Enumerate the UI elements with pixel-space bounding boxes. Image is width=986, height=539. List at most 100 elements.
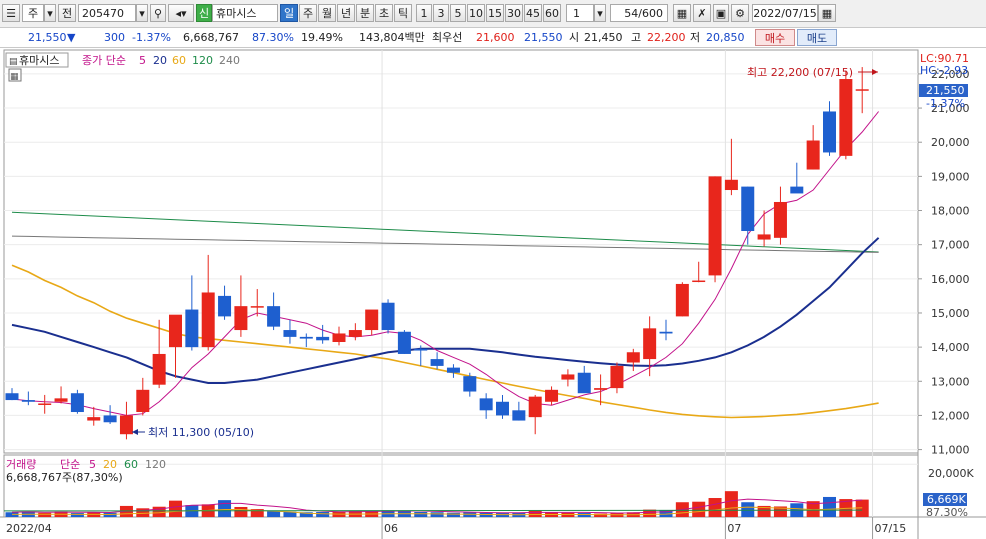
volume-bar	[692, 501, 706, 517]
candle-body	[201, 292, 215, 348]
legend-menu-icon[interactable]: ▤	[9, 57, 18, 67]
legend-stock-name: 휴마시스	[19, 54, 59, 67]
candle-body	[446, 367, 460, 373]
volume-bar	[218, 500, 232, 517]
candle-body	[103, 415, 117, 423]
candle-body	[479, 398, 493, 411]
candle-body	[430, 359, 444, 366]
price-tick-label: 19,000	[931, 170, 970, 183]
candle-body	[234, 306, 248, 331]
candle-body	[365, 309, 379, 331]
candle-body	[708, 176, 722, 276]
legend-ma60: 60	[172, 54, 186, 67]
volume-bar	[414, 511, 428, 517]
price-tick-label: 16,000	[931, 273, 970, 286]
price-tick-label: 17,000	[931, 239, 970, 252]
candle-body	[283, 330, 297, 337]
hc-label: HC:-2.93	[920, 64, 968, 77]
candle-body	[38, 403, 52, 405]
volume-bar	[430, 512, 444, 517]
volume-tick-label: 20,000K	[928, 467, 974, 480]
candle-body	[512, 410, 526, 421]
legend-ma5: 5	[139, 54, 146, 67]
legend-ma-label: 종가 단순	[82, 54, 126, 67]
candle-body	[54, 398, 68, 402]
candle-body	[773, 201, 787, 238]
price-tick-label: 13,000	[931, 375, 970, 388]
candle-body	[643, 328, 657, 360]
candle-body	[806, 140, 820, 170]
candle-body	[610, 365, 624, 389]
price-tick-label: 14,000	[931, 341, 970, 354]
volume-pct-tag: 87.30%	[926, 506, 968, 519]
candle-body	[316, 336, 330, 341]
date-label: 07/15	[875, 522, 907, 535]
date-label: 2022/04	[6, 522, 52, 535]
date-label: 07	[727, 522, 741, 535]
candle-body	[250, 306, 264, 308]
price-tick-label: 18,000	[931, 205, 970, 218]
candle-body	[692, 280, 706, 283]
price-tick-label: 20,000	[931, 136, 970, 149]
candle-body	[169, 314, 182, 348]
candle-body	[299, 336, 313, 339]
candle-body	[185, 309, 199, 348]
date-label: 06	[384, 522, 398, 535]
grid-toggle-glyph[interactable]: ▦	[10, 72, 19, 82]
legend-ma20: 20	[153, 54, 167, 67]
candle-body	[463, 376, 477, 392]
volume-legend-ma60: 60	[124, 458, 138, 471]
volume-legend-ma20: 20	[103, 458, 117, 471]
volume-tag: 6,669K	[927, 493, 966, 506]
price-tag: 21,550	[926, 84, 965, 97]
candle-body	[545, 389, 559, 402]
volume-legend-ma5: 5	[89, 458, 96, 471]
candle-body	[119, 415, 133, 435]
volume-bar	[741, 502, 755, 517]
candle-body	[136, 389, 150, 413]
price-tick-label: 11,000	[931, 444, 970, 457]
volume-legend-ma120: 120	[145, 458, 166, 471]
candle-body	[332, 333, 346, 343]
volume-legend-value: 6,668,767주(87,30%)	[6, 471, 123, 484]
candle-body	[152, 353, 166, 385]
candle-body	[496, 401, 509, 416]
price-tick-label: 12,000	[931, 409, 970, 422]
volume-bar	[708, 498, 722, 517]
candle-body	[839, 79, 853, 156]
candle-body	[381, 302, 395, 331]
candle-body	[414, 348, 428, 351]
candle-body	[855, 89, 869, 91]
candle-body	[724, 179, 738, 191]
volume-bar	[528, 510, 542, 517]
candle-body	[626, 352, 640, 363]
high-annotation: 최고 22,200 (07/15)	[747, 66, 853, 79]
candle-body	[218, 295, 232, 317]
volume-bar	[823, 496, 836, 517]
price-axis: 11,000 12,000 13,000 14,000 15,000 16,000 17,0…	[918, 68, 970, 457]
candle-body	[790, 186, 804, 194]
volume-bar	[234, 506, 248, 517]
candle-body	[757, 234, 771, 240]
candle-body	[675, 283, 689, 317]
volume-legend-label: 거래량	[6, 458, 36, 471]
volume-bar	[70, 513, 84, 517]
candle-body	[528, 396, 542, 418]
candle-body	[577, 372, 591, 394]
candle-body	[21, 400, 35, 402]
volume-bar	[724, 491, 738, 517]
candle-body	[823, 111, 836, 153]
low-annotation: 최저 11,300 (05/10)	[148, 426, 254, 439]
candle-body	[561, 374, 575, 380]
candle-body	[659, 331, 673, 334]
date-axis: 2022/04 06 07 07/15	[6, 517, 906, 539]
candle-body	[267, 306, 281, 327]
price-pct-tag: -1.37%	[926, 97, 965, 110]
legend-ma120: 120	[192, 54, 213, 67]
candle-body	[348, 330, 362, 337]
price-chart[interactable]: 11,000 12,000 13,000 14,000 15,000 16,000 17,0…	[0, 0, 986, 539]
candle-body	[594, 388, 608, 390]
legend-ma240: 240	[219, 54, 240, 67]
volume-legend-sub: 단순	[60, 458, 80, 471]
candle-body	[397, 331, 411, 354]
